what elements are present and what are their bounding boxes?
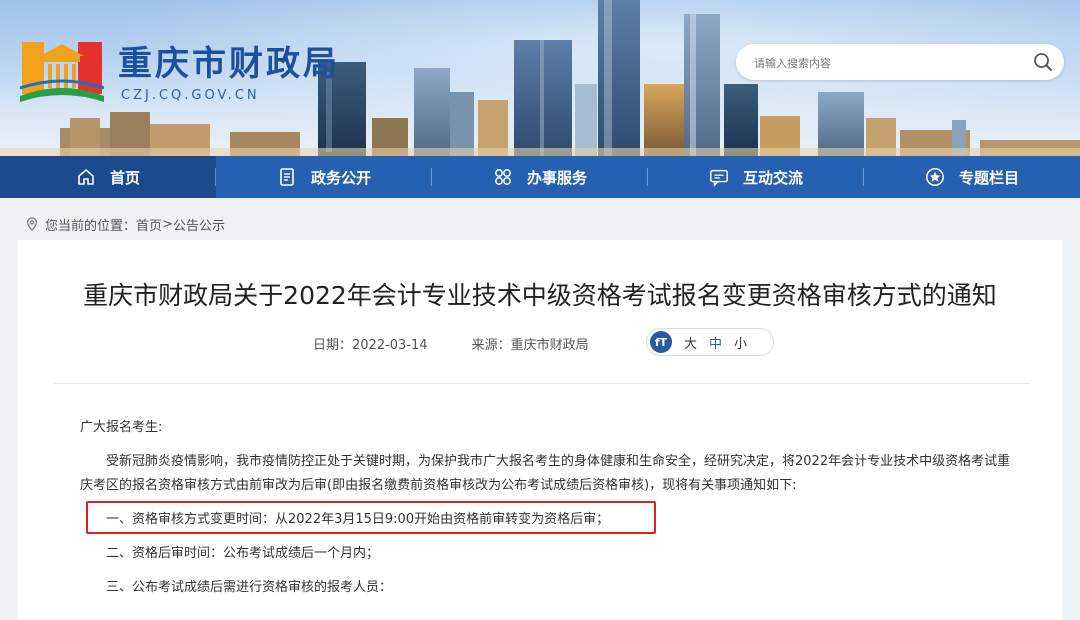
nav-item-services[interactable]: 办事服务 (432, 156, 648, 198)
font-size-medium[interactable]: 中 (709, 333, 722, 352)
breadcrumb-home-link[interactable]: 首页 (136, 215, 162, 234)
article-item-1: 一、资格审核方式变更时间：从2022年3月15日9:00开始由资格前审转变为资格… (106, 512, 610, 527)
location-pin-icon (25, 217, 39, 231)
article-item-2: 二、资格后审时间：公布考试成绩后一个月内； (106, 546, 380, 561)
site-domain: CZJ.CQ.GOV.CN (121, 88, 260, 103)
nav-item-interaction[interactable]: 互动交流 (648, 156, 864, 198)
nav-item-home[interactable]: 首页 (0, 156, 216, 198)
breadcrumb-prefix: 您当前的位置： (45, 218, 137, 234)
title-divider (54, 383, 1030, 384)
nav-item-special-topics[interactable]: 专题栏目 (864, 156, 1080, 198)
article-title: 重庆市财政局关于2022年会计专业技术中级资格考试报名变更资格审核方式的通知 (83, 281, 997, 310)
nav-label-home: 首页 (109, 168, 140, 187)
breadcrumb: 您当前的位置： 首页 > 公告公示 (25, 214, 225, 234)
article-date: 日期：2022-03-14 (313, 338, 428, 353)
grid-icon (493, 167, 513, 187)
article-source: 来源：重庆市财政局 (471, 338, 589, 353)
breadcrumb-current-link[interactable]: 公告公示 (173, 215, 225, 234)
article-panel: 重庆市财政局关于2022年会计专业技术中级资格考试报名变更资格审核方式的通知 日… (18, 240, 1062, 620)
font-size-icon: fT (650, 331, 672, 353)
nav-label-interaction: 互动交流 (742, 168, 803, 187)
search-box (736, 44, 1064, 80)
article-greeting: 广大报名考生: (80, 420, 163, 435)
chat-icon (709, 167, 729, 187)
nav-label-services: 办事服务 (526, 168, 587, 187)
main-nav: 首页 政务公开 办事服务 互动交流 专题栏目 (0, 156, 1080, 198)
site-logo[interactable] (19, 36, 105, 108)
home-icon (76, 167, 96, 187)
breadcrumb-separator: > (162, 216, 173, 232)
nav-item-government-affairs[interactable]: 政务公开 (216, 156, 432, 198)
search-icon[interactable] (1032, 51, 1054, 73)
header-banner: 重庆市财政局 CZJ.CQ.GOV.CN (0, 0, 1080, 156)
search-input[interactable] (752, 52, 1016, 74)
font-size-switcher: fT 大 中 小 (646, 328, 774, 356)
star-icon (925, 167, 945, 187)
article-meta: 日期：2022-03-14 来源：重庆市财政局 (313, 334, 589, 353)
site-name[interactable]: 重庆市财政局 (118, 44, 340, 84)
nav-label-government-affairs: 政务公开 (310, 168, 371, 187)
nav-label-special-topics: 专题栏目 (958, 168, 1019, 187)
government-building-logo-icon (19, 42, 105, 102)
document-icon (277, 167, 297, 187)
article-intro-paragraph: 受新冠肺炎疫情影响，我市疫情防控正处于关键时期，为保护我市广大报名考生的身体健康… (80, 454, 1011, 493)
article-item-3: 三、公布考试成绩后需进行资格审核的报考人员： (106, 580, 393, 595)
font-size-small[interactable]: 小 (734, 333, 747, 352)
font-size-large[interactable]: 大 (684, 333, 697, 352)
